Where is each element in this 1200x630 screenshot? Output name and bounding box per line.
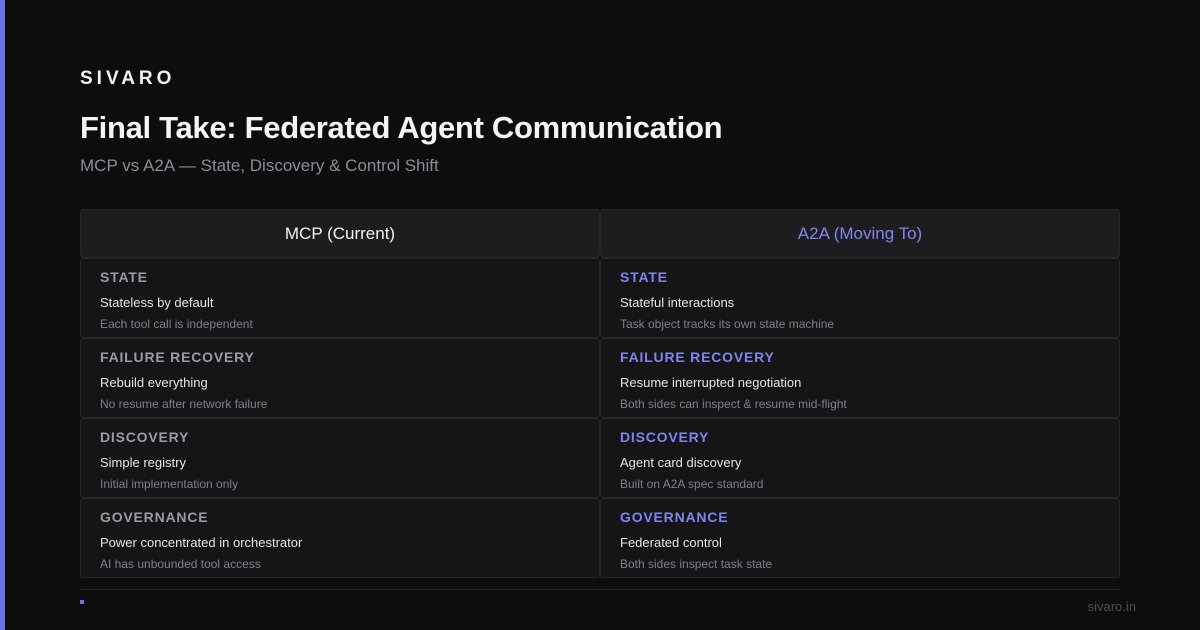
header-a2a: A2A (Moving To) xyxy=(600,209,1120,258)
mcp-failure-recovery-cell: FAILURE RECOVERY Rebuild everything No r… xyxy=(80,338,600,418)
table-row: FAILURE RECOVERY Rebuild everything No r… xyxy=(80,338,1120,418)
cell-primary: Simple registry xyxy=(100,455,186,470)
cell-primary: Agent card discovery xyxy=(620,455,742,470)
header-mcp: MCP (Current) xyxy=(80,209,600,258)
cell-secondary: Task object tracks its own state machine xyxy=(620,317,835,331)
table-header-row: MCP (Current) A2A (Moving To) xyxy=(80,209,1120,258)
cell-primary: Federated control xyxy=(620,535,722,550)
cell-primary: Stateless by default xyxy=(100,295,214,310)
cell-label: STATE xyxy=(620,269,668,285)
cell-label: DISCOVERY xyxy=(620,429,710,445)
cell-label: STATE xyxy=(100,269,148,285)
cell-label: DISCOVERY xyxy=(100,429,190,445)
a2a-discovery-cell: DISCOVERY Agent card discovery Built on … xyxy=(600,418,1120,498)
cell-secondary: Both sides can inspect & resume mid-flig… xyxy=(620,397,847,411)
accent-dot xyxy=(80,600,84,604)
cell-primary: Stateful interactions xyxy=(620,295,735,310)
cell-primary: Rebuild everything xyxy=(100,375,208,390)
table-row: DISCOVERY Simple registry Initial implem… xyxy=(80,418,1120,498)
table-row: GOVERNANCE Power concentrated in orchest… xyxy=(80,498,1120,578)
cell-label: FAILURE RECOVERY xyxy=(100,349,255,365)
table-row: STATE Stateless by default Each tool cal… xyxy=(80,258,1120,338)
cell-label: GOVERNANCE xyxy=(620,509,729,525)
cell-primary: Power concentrated in orchestrator xyxy=(100,535,303,550)
mcp-governance-cell: GOVERNANCE Power concentrated in orchest… xyxy=(80,498,600,578)
mcp-discovery-cell: DISCOVERY Simple registry Initial implem… xyxy=(80,418,600,498)
page-subtitle: MCP vs A2A — State, Discovery & Control … xyxy=(80,156,439,175)
comparison-table: MCP (Current) A2A (Moving To) STATE Stat… xyxy=(80,209,1120,578)
cell-secondary: Built on A2A spec standard xyxy=(620,477,764,491)
a2a-failure-recovery-cell: FAILURE RECOVERY Resume interrupted nego… xyxy=(600,338,1120,418)
cell-label: FAILURE RECOVERY xyxy=(620,349,775,365)
accent-bar xyxy=(0,0,5,630)
cell-secondary: No resume after network failure xyxy=(100,397,268,411)
a2a-state-cell: STATE Stateful interactions Task object … xyxy=(600,258,1120,338)
page-title: Final Take: Federated Agent Communicatio… xyxy=(80,110,723,145)
brand-logo: SIVARO xyxy=(80,68,176,89)
a2a-governance-cell: GOVERNANCE Federated control Both sides … xyxy=(600,498,1120,578)
mcp-state-cell: STATE Stateless by default Each tool cal… xyxy=(80,258,600,338)
cell-secondary: Both sides inspect task state xyxy=(620,557,773,571)
cell-secondary: Initial implementation only xyxy=(100,477,239,491)
footer-divider xyxy=(80,589,1120,590)
cell-primary: Resume interrupted negotiation xyxy=(620,375,802,390)
cell-label: GOVERNANCE xyxy=(100,509,209,525)
cell-secondary: Each tool call is independent xyxy=(100,317,253,331)
cell-secondary: AI has unbounded tool access xyxy=(100,557,261,571)
footer-url: sivaro.in xyxy=(1087,599,1136,614)
